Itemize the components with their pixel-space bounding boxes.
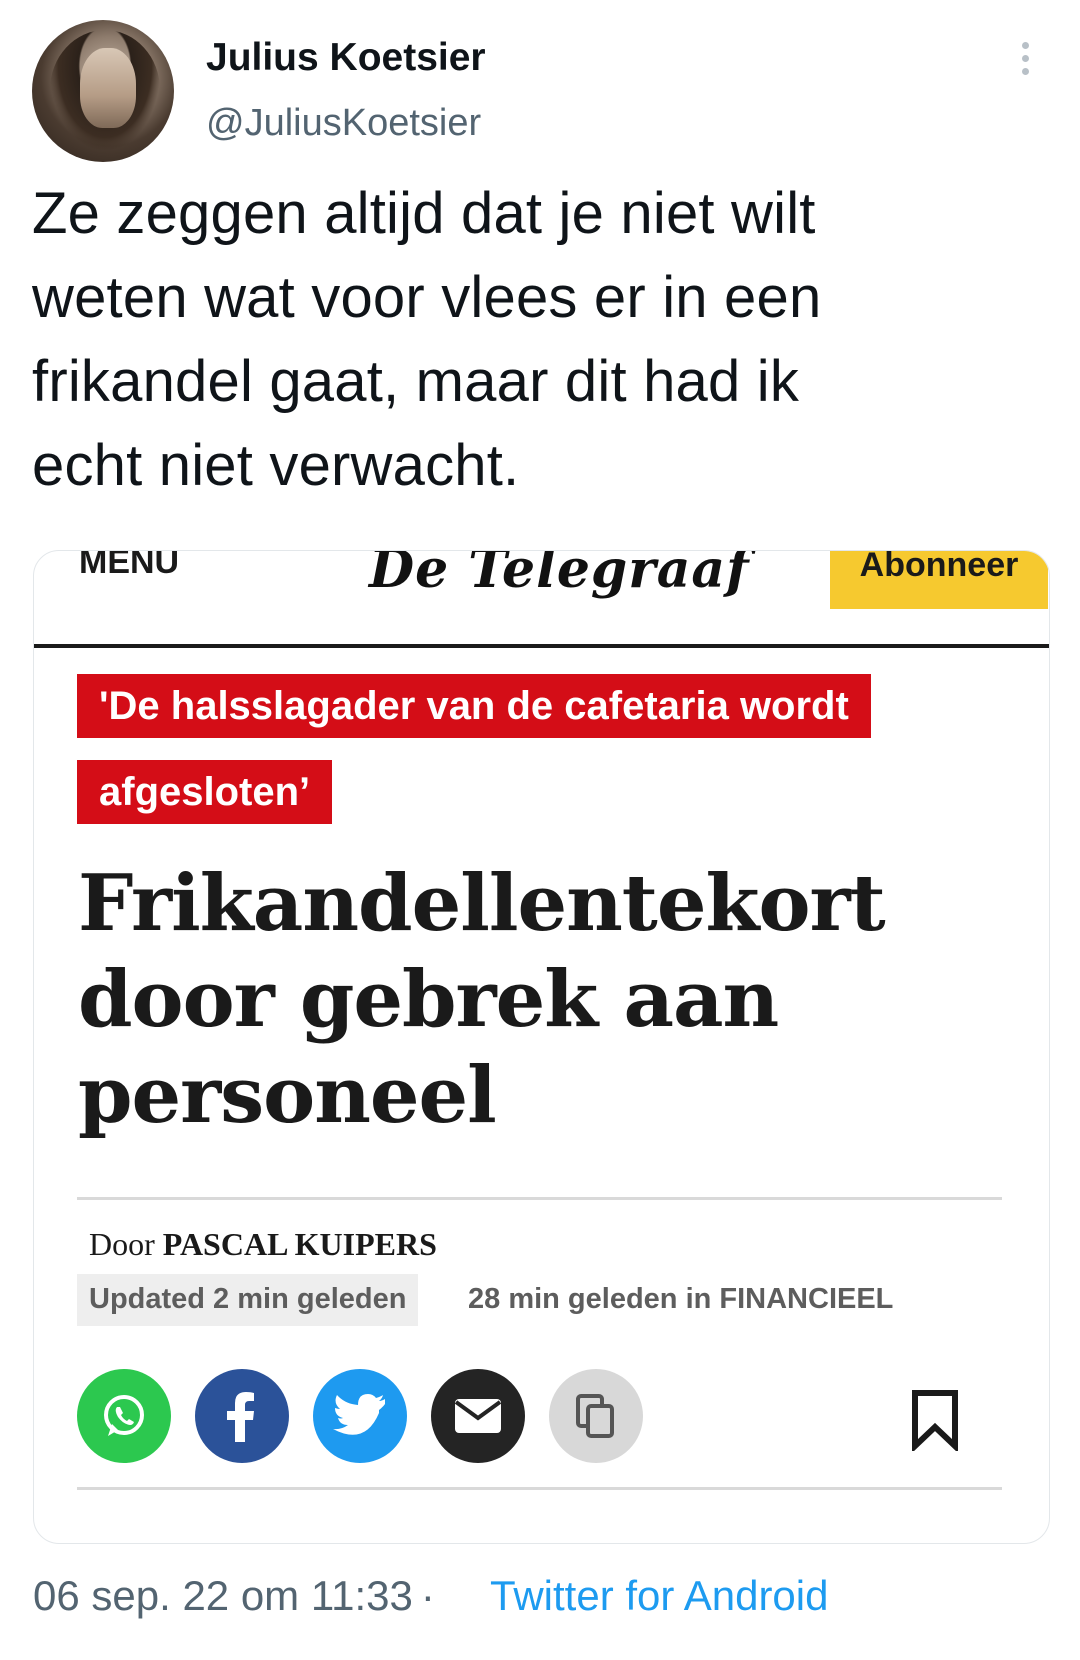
kicker-text: 'De halsslagader van de cafetaria wordt … xyxy=(77,674,871,824)
whatsapp-share-button[interactable] xyxy=(77,1369,171,1463)
bookmark-icon xyxy=(912,1390,958,1453)
facebook-icon xyxy=(227,1392,254,1442)
twitter-share-button[interactable] xyxy=(313,1369,407,1463)
published-info: 28 min geleden in FINANCIEEL xyxy=(468,1283,894,1315)
updated-badge: Updated 2 min geleden xyxy=(77,1274,419,1326)
copy-link-button[interactable] xyxy=(549,1369,643,1463)
meta-separator: · xyxy=(420,1572,435,1619)
mail-share-button[interactable] xyxy=(431,1369,525,1463)
byline: Door PASCAL KUIPERS xyxy=(89,1226,437,1263)
article-card[interactable]: MENU De Telegraaf Abonneer 'De halsslaga… xyxy=(33,550,1050,1544)
byline-author[interactable]: PASCAL KUIPERS xyxy=(163,1226,437,1262)
avatar[interactable] xyxy=(32,20,174,162)
subscribe-button[interactable]: Abonneer xyxy=(830,551,1048,609)
timestamp-text[interactable]: 06 sep. 22 om 11:33 xyxy=(33,1572,413,1619)
bookmark-button[interactable] xyxy=(910,1389,960,1453)
more-options-icon[interactable] xyxy=(1018,42,1032,82)
divider xyxy=(77,1487,1002,1490)
facebook-share-button[interactable] xyxy=(195,1369,289,1463)
whatsapp-icon xyxy=(104,1395,144,1436)
divider xyxy=(77,1197,1002,1200)
user-handle[interactable]: @JuliusKoetsier xyxy=(206,102,481,145)
byline-prefix: Door xyxy=(89,1226,155,1262)
article-kicker: 'De halsslagader van de cafetaria wordt … xyxy=(77,663,977,835)
telegraaf-logo: De Telegraaf xyxy=(369,550,750,600)
display-name[interactable]: Julius Koetsier xyxy=(206,36,486,80)
twitter-icon xyxy=(333,1394,385,1435)
tweet-text: Ze zeggen altijd dat je niet wilt weten … xyxy=(32,181,822,498)
copy-icon xyxy=(576,1394,614,1438)
mail-icon xyxy=(454,1399,502,1433)
article-headline: Frikandellentekort door gebrek aan perso… xyxy=(78,858,886,1141)
menu-button[interactable]: MENU xyxy=(79,551,179,582)
header-divider xyxy=(34,644,1049,648)
tweet-timestamp[interactable]: 06 sep. 22 om 11:33 · xyxy=(33,1572,443,1620)
tweet-source-link[interactable]: Twitter for Android xyxy=(490,1572,828,1620)
